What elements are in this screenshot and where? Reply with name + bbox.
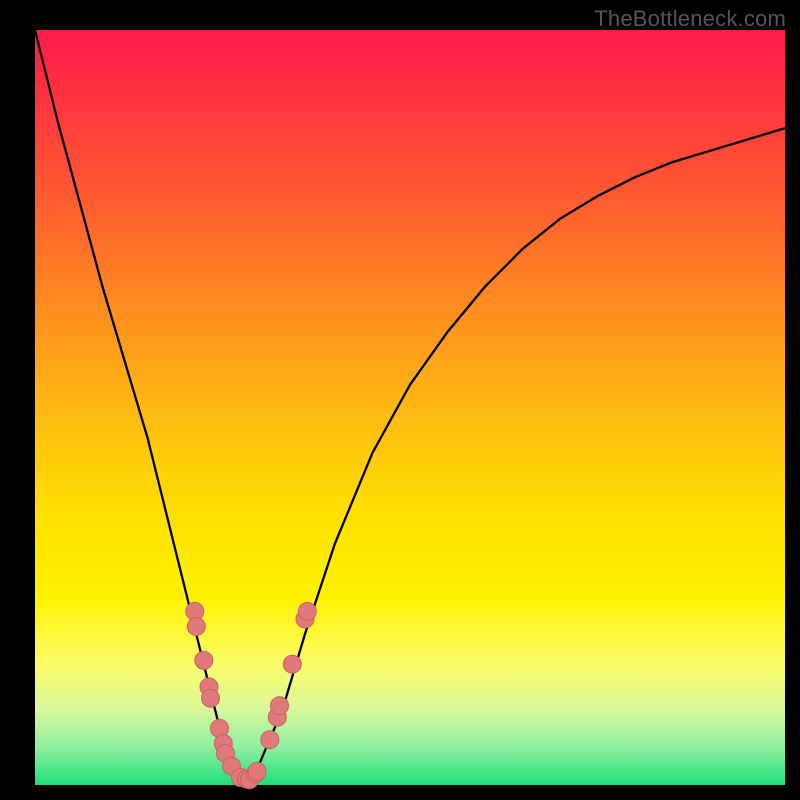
data-point [248, 762, 266, 780]
data-point [187, 618, 205, 636]
data-point [298, 602, 316, 620]
data-point [202, 689, 220, 707]
curve-series [35, 30, 785, 782]
data-point [271, 697, 289, 715]
data-point [195, 651, 213, 669]
curve-path [35, 30, 785, 782]
data-point [261, 731, 279, 749]
data-point [283, 655, 301, 673]
chart-frame: TheBottleneck.com [0, 0, 800, 800]
chart-overlay [0, 0, 800, 800]
scatter-points [186, 602, 316, 788]
